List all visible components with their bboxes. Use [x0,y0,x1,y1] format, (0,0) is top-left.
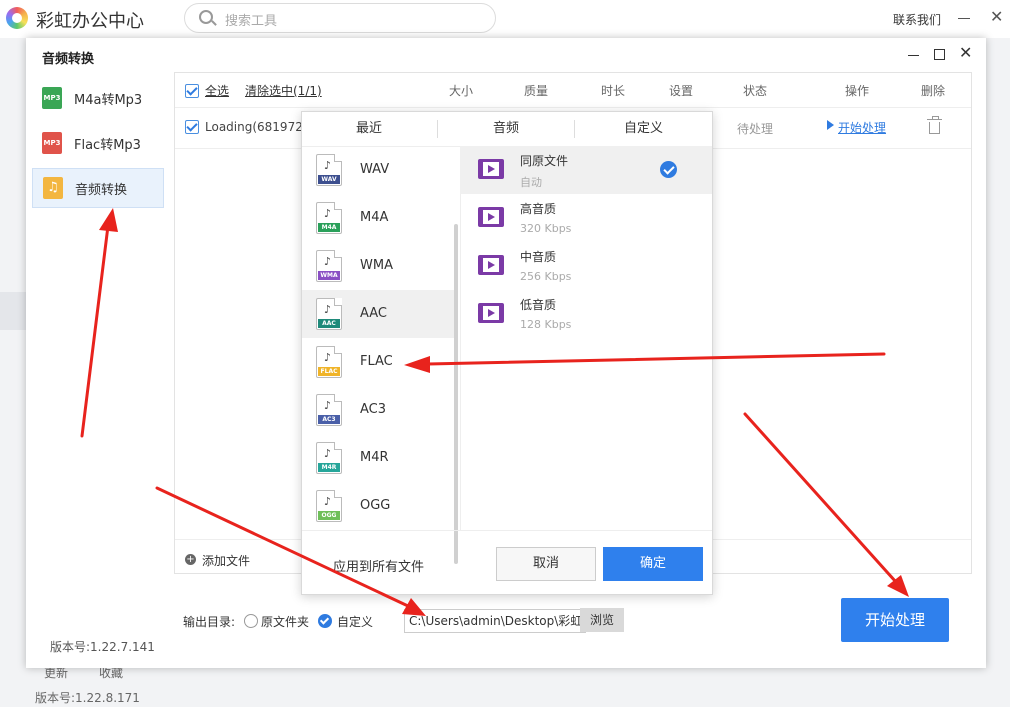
arrow-to-output-path [155,486,426,616]
annotation-arrows [80,208,909,616]
arrow-to-start-button [743,412,909,597]
arrow-to-sidebar-audio-convert [80,208,118,438]
arrow-to-flac-format [404,352,886,373]
